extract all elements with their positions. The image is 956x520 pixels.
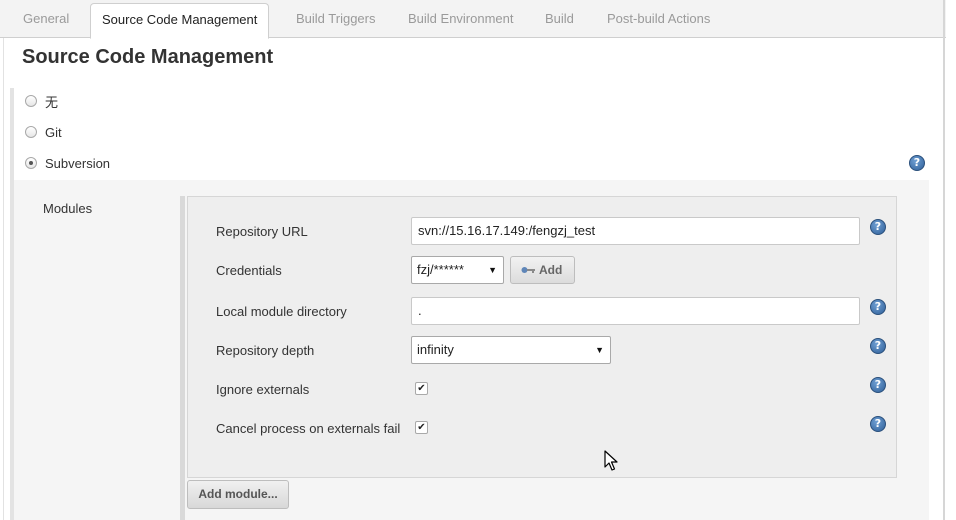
page-right-border [943,0,945,520]
ignore-externals-label: Ignore externals [216,382,310,397]
module-indent-bar [180,196,185,520]
ignore-externals-help-icon[interactable]: ? [870,377,886,393]
repository-depth-label: Repository depth [216,343,315,358]
repository-depth-help-icon[interactable]: ? [870,338,886,354]
subversion-help-icon[interactable]: ? [909,155,925,171]
repository-url-input[interactable]: svn://15.16.17.149:/fengzj_test [411,217,860,245]
tab-general[interactable]: General [23,0,69,38]
credentials-select[interactable]: fzj/****** ▼ [411,256,504,284]
radio-subversion[interactable] [25,157,37,169]
cancel-process-checkbox[interactable]: ✔ [415,421,428,434]
tab-build[interactable]: Build [545,0,574,38]
dropdown-arrow-icon: ▼ [488,265,497,275]
page-left-border [3,38,4,520]
scm-option-none[interactable]: 无 [25,92,58,110]
tab-build-triggers[interactable]: Build Triggers [296,0,375,38]
credentials-value: fzj/****** [417,262,464,277]
cancel-process-label: Cancel process on externals fail [216,421,401,436]
checkmark-icon: ✔ [417,383,426,394]
tab-bar: General Source Code Management Build Tri… [0,0,946,39]
repository-url-help-icon[interactable]: ? [870,219,886,235]
cancel-process-help-icon[interactable]: ? [870,416,886,432]
credentials-label: Credentials [216,263,282,278]
repository-url-label: Repository URL [216,224,308,239]
modules-label: Modules [43,201,93,216]
radio-git-label: Git [45,124,62,140]
local-module-directory-input[interactable]: . [411,297,860,325]
add-module-button[interactable]: Add module... [187,480,289,509]
radio-subversion-label: Subversion [45,155,111,171]
scm-option-git[interactable]: Git [25,123,62,141]
ignore-externals-checkbox[interactable]: ✔ [415,382,428,395]
local-module-directory-label: Local module directory [216,304,347,319]
tab-post-build-actions[interactable]: Post-build Actions [607,0,710,38]
tab-build-environment[interactable]: Build Environment [408,0,514,38]
add-credentials-button[interactable]: Add [510,256,575,284]
repository-depth-value: infinity [417,342,454,357]
scm-option-subversion[interactable]: Subversion [25,154,110,172]
radio-none[interactable] [25,95,37,107]
radio-git[interactable] [25,126,37,138]
tab-source-code-management[interactable]: Source Code Management [90,3,270,39]
dropdown-arrow-icon: ▼ [595,345,604,355]
local-module-directory-help-icon[interactable]: ? [870,299,886,315]
add-credentials-label: Add [539,263,563,277]
radio-none-label: 无 [45,94,59,110]
repository-depth-select[interactable]: infinity ▼ [411,336,611,364]
key-icon [521,267,535,273]
checkmark-icon: ✔ [417,422,426,433]
mouse-cursor-icon [604,450,618,471]
section-title: Source Code Management [22,46,274,68]
